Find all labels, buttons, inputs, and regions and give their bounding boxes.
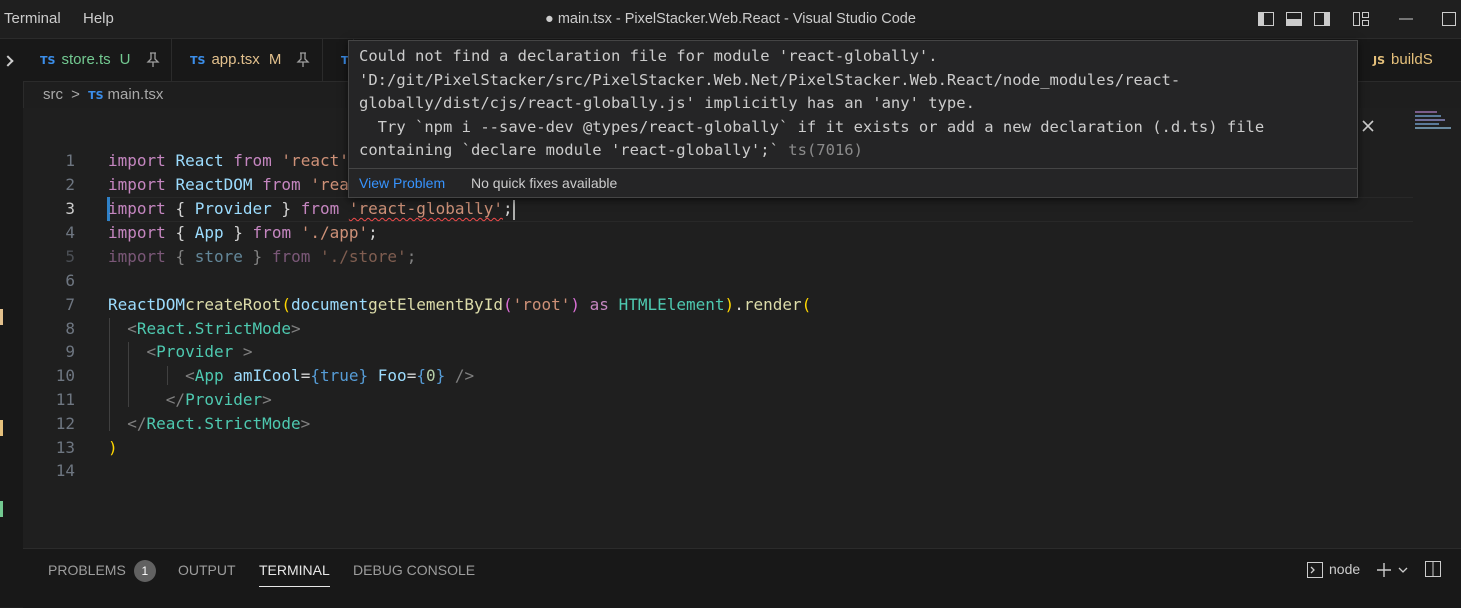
ts-icon: TS xyxy=(190,54,206,67)
bottom-panel: PROBLEMS 1 OUTPUT TERMINAL DEBUG CONSOLE … xyxy=(23,548,1461,608)
line-number: 7 xyxy=(65,295,75,314)
code-line: 3 import { Provider } from 'react-globall… xyxy=(23,197,1413,221)
tab-label: store.ts xyxy=(61,51,111,68)
tab-label: PROBLEMS xyxy=(48,562,126,578)
toggle-secondary-sidebar-icon[interactable] xyxy=(1313,10,1331,28)
minimize-icon[interactable] xyxy=(1397,10,1415,28)
split-terminal-icon[interactable] xyxy=(1424,560,1442,578)
window-title: ● main.tsx - PixelStacker.Web.React - Vi… xyxy=(545,11,916,27)
line-number: 12 xyxy=(55,414,75,433)
code-line: 4 import { App } from './app'; xyxy=(23,221,1413,245)
menu-terminal[interactable]: Terminal xyxy=(4,0,61,38)
code-line: 6 xyxy=(23,269,1413,293)
line-number: 6 xyxy=(65,271,75,290)
tab-debug-console[interactable]: DEBUG CONSOLE xyxy=(353,549,475,591)
minimap[interactable] xyxy=(1413,108,1461,136)
code-line: 7 ReactDOMcreateRoot(documentgetElementBy… xyxy=(23,293,1413,317)
problems-count-badge: 1 xyxy=(133,560,156,582)
line-number: 13 xyxy=(55,438,75,457)
code-line: 12 </React.StrictMode> xyxy=(23,412,1413,436)
line-number: 1 xyxy=(65,151,75,170)
add-terminal-icon[interactable] xyxy=(1375,561,1393,579)
breadcrumb-folder[interactable]: src xyxy=(43,86,63,103)
tab-label: OUTPUT xyxy=(178,562,236,578)
code-line: 13) xyxy=(23,436,1413,460)
chevron-right-icon[interactable] xyxy=(2,55,14,67)
code-line: 11 </Provider> xyxy=(23,388,1413,412)
error-hover-tooltip: Could not find a declaration file for mo… xyxy=(348,40,1358,198)
line-number: 3 xyxy=(65,199,75,218)
terminal-name[interactable]: node xyxy=(1329,561,1360,577)
line-number: 5 xyxy=(65,247,75,266)
error-code: ts(7016) xyxy=(788,141,863,159)
git-decoration-mark xyxy=(0,420,3,436)
toggle-primary-sidebar-icon[interactable] xyxy=(1257,10,1275,28)
tab-problems[interactable]: PROBLEMS 1 xyxy=(48,549,156,591)
customize-layout-icon[interactable] xyxy=(1352,10,1370,28)
line-number: 4 xyxy=(65,223,75,242)
code-line: 10 <App amICool={true} Foo={0} /> xyxy=(23,364,1413,388)
activity-bar xyxy=(0,39,24,607)
quick-fix-status: No quick fixes available xyxy=(471,175,618,191)
code-line: 8 <React.StrictMode> xyxy=(23,317,1413,341)
tab-output[interactable]: OUTPUT xyxy=(178,549,236,591)
terminal-icon xyxy=(1307,562,1323,578)
close-icon[interactable] xyxy=(1360,118,1376,134)
line-number: 9 xyxy=(65,342,75,361)
tab-status: U xyxy=(119,51,131,68)
view-problem-link[interactable]: View Problem xyxy=(359,169,445,197)
git-decoration-mark xyxy=(0,309,3,325)
hover-status-bar: View Problem No quick fixes available xyxy=(349,168,1357,197)
js-icon: JS xyxy=(1373,54,1386,67)
line-number: 2 xyxy=(65,175,75,194)
tab-label: DEBUG CONSOLE xyxy=(353,562,476,578)
breadcrumb-file[interactable]: main.tsx xyxy=(108,86,164,103)
tab-store-ts[interactable]: TS store.ts U xyxy=(23,39,172,81)
line-number: 10 xyxy=(55,366,75,385)
tab-label: buildS xyxy=(1391,51,1433,68)
ts-icon: TS xyxy=(40,54,56,67)
text-cursor xyxy=(512,199,515,220)
pin-icon[interactable] xyxy=(296,52,310,68)
line-number: 14 xyxy=(55,461,75,480)
tab-build-js[interactable]: JS buildS xyxy=(1356,39,1461,81)
ts-icon: TS xyxy=(88,89,104,102)
maximize-icon[interactable] xyxy=(1440,10,1458,28)
error-squiggle[interactable]: 'react-globally' xyxy=(349,199,503,218)
tab-app-tsx[interactable]: TS app.tsx M xyxy=(173,39,323,81)
tab-status: M xyxy=(268,51,282,68)
line-number: 11 xyxy=(55,390,75,409)
menu-help[interactable]: Help xyxy=(83,0,114,38)
code-line: 5 import { store } from './store'; xyxy=(23,245,1413,269)
pin-icon[interactable] xyxy=(146,52,160,68)
code-line: 9 <Provider > xyxy=(23,340,1413,364)
hover-message: Could not find a declaration file for mo… xyxy=(359,47,1265,159)
toggle-panel-icon[interactable] xyxy=(1285,10,1303,28)
tab-label: TERMINAL xyxy=(259,562,330,578)
breadcrumb: src > TS main.tsx xyxy=(43,84,163,106)
code-line: 14 xyxy=(23,459,1413,483)
tab-label: app.tsx xyxy=(211,51,260,68)
title-bar: Terminal Help ● main.tsx - PixelStacker.… xyxy=(0,0,1461,39)
breadcrumb-separator: > xyxy=(71,86,80,103)
chevron-down-icon[interactable] xyxy=(1397,564,1409,576)
git-decoration-mark xyxy=(0,501,3,517)
tab-terminal[interactable]: TERMINAL xyxy=(259,553,330,587)
line-number: 8 xyxy=(65,319,75,338)
